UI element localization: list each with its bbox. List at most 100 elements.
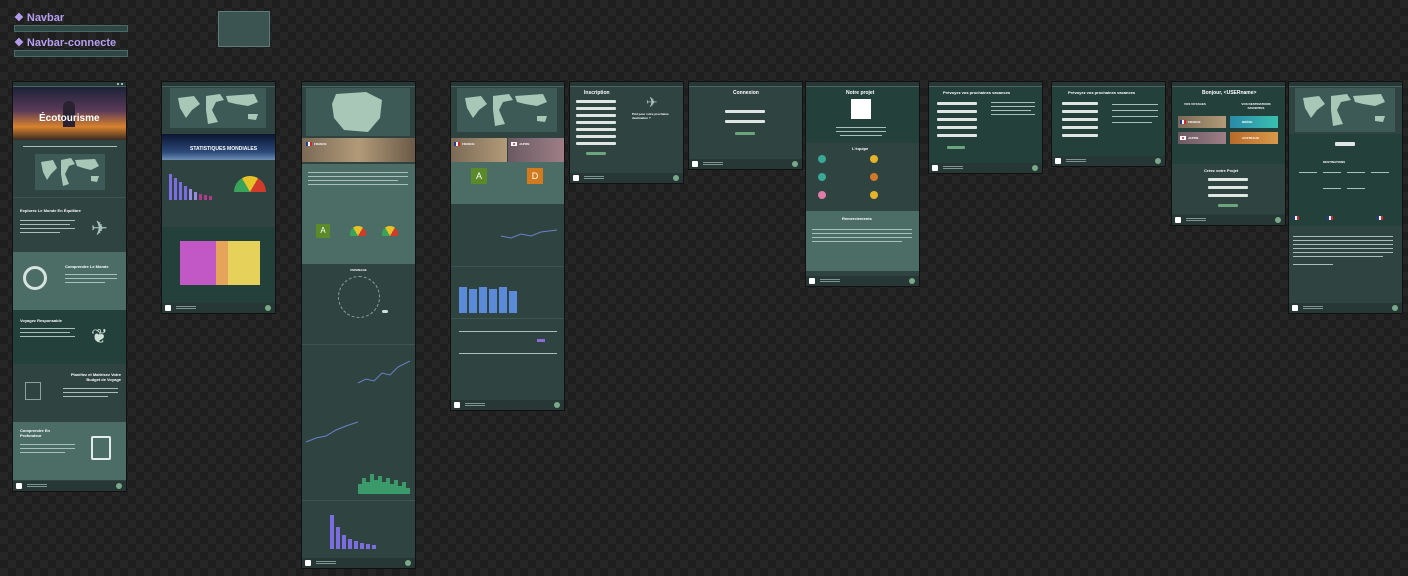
logo[interactable] [1292, 305, 1298, 311]
logo[interactable] [1055, 158, 1061, 164]
input-field[interactable] [1062, 102, 1098, 105]
input-field[interactable] [1062, 126, 1098, 129]
footer [806, 276, 919, 286]
footer-button[interactable] [1275, 217, 1281, 223]
frame-stats[interactable]: STATISTIQUES MONDIALES [162, 82, 275, 313]
tab-button[interactable] [1335, 142, 1355, 146]
footer-button[interactable] [792, 161, 798, 167]
frame-inscription[interactable]: Inscription ✈ Prêt pour votre prochaine … [570, 82, 683, 183]
destinations-section: DESTINATIONS [1289, 134, 1402, 226]
input-field[interactable] [937, 118, 977, 121]
frame-destinations[interactable]: DESTINATIONS [1289, 82, 1402, 313]
input-field[interactable] [725, 110, 765, 113]
logo[interactable] [932, 165, 938, 171]
footer [13, 481, 126, 491]
frame-home[interactable]: Écotourisme Explorez Le Monde En Équilib… [13, 82, 126, 491]
line-chart-section [302, 344, 415, 401]
frame-plan-2[interactable]: Prévoyez vos prochaines vacances [1052, 82, 1165, 166]
budget-icon [25, 382, 41, 400]
footer-button[interactable] [405, 560, 411, 566]
submit-button[interactable] [947, 146, 965, 149]
connexion-title: Connexion [733, 90, 759, 96]
footer [1172, 215, 1285, 225]
trip-card[interactable]: JAPON [1178, 132, 1226, 144]
input-field[interactable] [576, 100, 616, 103]
inscription-side-text: Prêt pour votre prochaine destination ? [632, 112, 669, 120]
navbar-connecte-component[interactable] [14, 50, 128, 57]
favorite-card[interactable]: AUSTRALIE [1230, 132, 1278, 144]
radar-slider[interactable] [382, 310, 388, 313]
input-field[interactable] [1208, 186, 1248, 189]
input-field[interactable] [937, 126, 977, 129]
frame-navbar [302, 82, 415, 87]
thanks-title: Remerciements [842, 216, 872, 221]
component-label-navbar[interactable]: ❖ Navbar [14, 11, 64, 24]
input-field[interactable] [937, 110, 977, 113]
project-form-section: Créez votre Projet [1172, 164, 1285, 214]
logo[interactable] [165, 305, 171, 311]
footer-button[interactable] [1392, 305, 1398, 311]
footer-button[interactable] [909, 278, 915, 284]
radar-title: VOISINAGE [350, 268, 367, 272]
input-field[interactable] [937, 102, 977, 105]
input-field[interactable] [576, 121, 616, 124]
footer-button[interactable] [1155, 158, 1161, 164]
input-field[interactable] [725, 120, 765, 123]
scores-section: A D [451, 162, 564, 204]
airplane-icon: ✈ [646, 94, 658, 110]
submit-button[interactable] [586, 152, 606, 155]
input-field[interactable] [576, 135, 616, 138]
country-name: FRANCE [314, 142, 327, 146]
footer [1052, 156, 1165, 166]
frame-country[interactable]: FRANCE A VOISINAGE [302, 82, 415, 568]
frame-navbar [689, 82, 802, 87]
treemap-chart [180, 241, 260, 285]
gauge-1 [350, 226, 366, 236]
logo[interactable] [692, 161, 698, 167]
login-button[interactable] [735, 132, 755, 135]
input-field[interactable] [937, 134, 977, 137]
input-field[interactable] [576, 107, 616, 110]
frame-project[interactable]: Notre projet L'équipe Remerciements [806, 82, 919, 286]
footer-button[interactable] [116, 483, 122, 489]
trip-card[interactable]: FRANCE [1178, 116, 1226, 128]
legend-card[interactable] [218, 11, 270, 47]
input-field[interactable] [576, 142, 616, 145]
frame-welcome[interactable]: Bonjour, <USERname> VOS VOYAGES VOS DEST… [1172, 82, 1285, 225]
frame-compare[interactable]: FRANCE JAPON A D [451, 82, 564, 410]
frame-navbar [162, 82, 275, 87]
input-field[interactable] [576, 114, 616, 117]
avatar [818, 173, 826, 181]
logo[interactable] [809, 278, 815, 284]
input-field[interactable] [576, 128, 616, 131]
input-field[interactable] [1208, 178, 1248, 181]
footer-button[interactable] [554, 402, 560, 408]
footer-button[interactable] [673, 175, 679, 181]
footer-button[interactable] [1032, 165, 1038, 171]
input-field[interactable] [1062, 110, 1098, 113]
component-icon: ❖ [14, 37, 24, 49]
input-field[interactable] [1062, 134, 1098, 137]
flags-row [1289, 214, 1402, 224]
input-field[interactable] [1208, 194, 1248, 197]
radar-chart [338, 276, 380, 318]
input-field[interactable] [1062, 118, 1098, 121]
create-button[interactable] [1218, 204, 1238, 207]
navbar-component[interactable] [14, 25, 128, 32]
flag-france [1293, 216, 1299, 220]
form-title: Créez votre Projet [1204, 168, 1239, 173]
frame-connexion[interactable]: Connexion [689, 82, 802, 169]
logo[interactable] [454, 402, 460, 408]
component-label-navbar-connecte[interactable]: ❖ Navbar-connecte [14, 36, 116, 49]
frame-plan-1[interactable]: Prévoyez vos prochaines vacances [929, 82, 1042, 173]
footer-button[interactable] [265, 305, 271, 311]
trip-name: FRANCE [1188, 120, 1201, 124]
flag-france [1327, 216, 1333, 220]
logo[interactable] [573, 175, 579, 181]
favorite-card[interactable]: BRÉSIL [1230, 116, 1278, 128]
bar-chart-section [302, 500, 415, 559]
logo[interactable] [305, 560, 311, 566]
logo[interactable] [1175, 217, 1181, 223]
avatar [818, 155, 826, 163]
logo[interactable] [16, 483, 22, 489]
